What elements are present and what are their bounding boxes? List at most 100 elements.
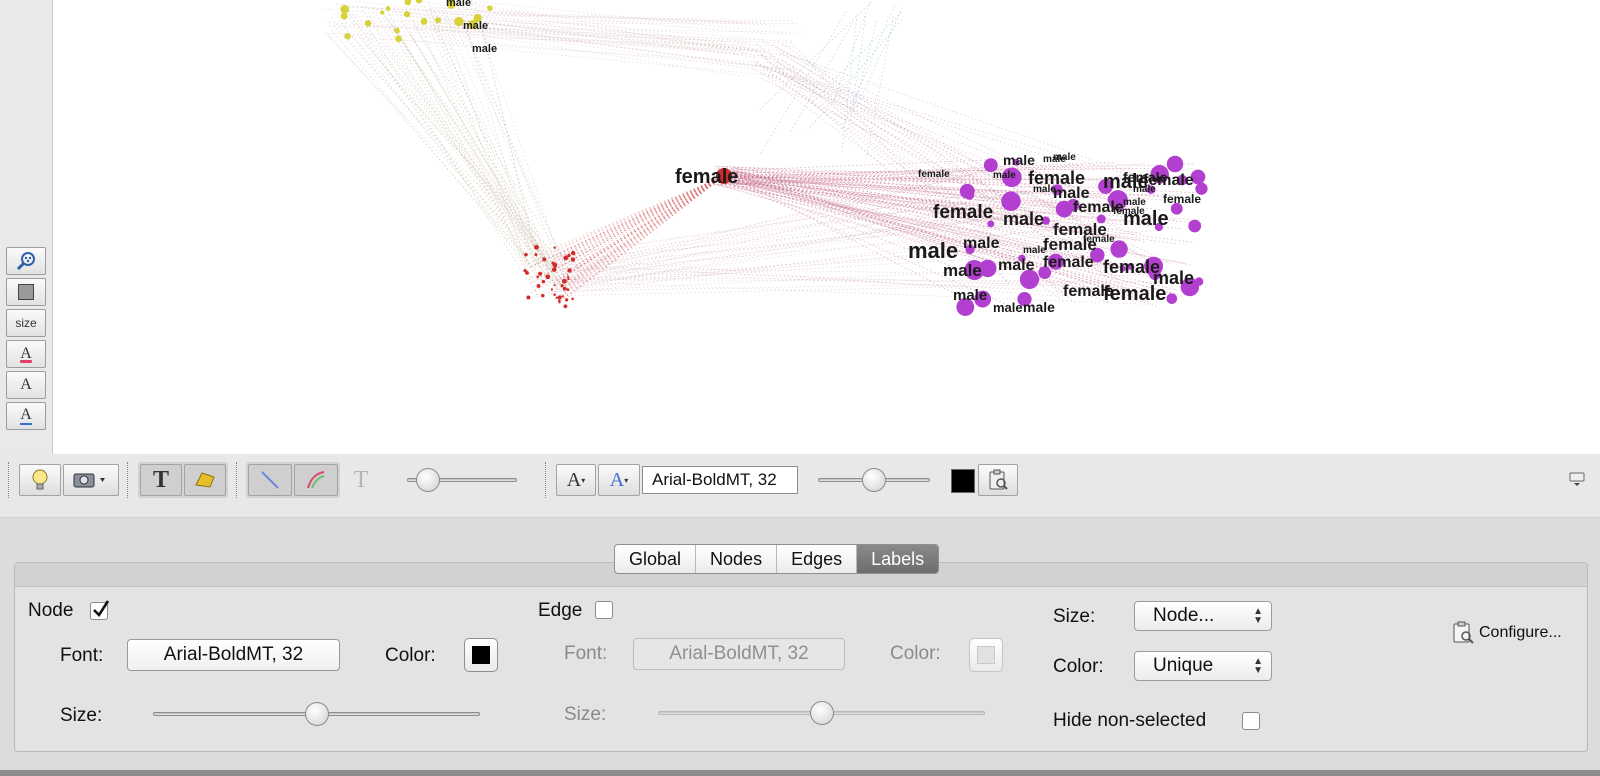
graph-edge xyxy=(369,26,748,55)
tab-global[interactable]: Global xyxy=(615,545,697,573)
graph-network: femalemalemalemalemalefemalemalefemalema… xyxy=(324,0,1208,316)
chevron-down-icon xyxy=(100,478,105,482)
graph-edge xyxy=(559,175,725,259)
size-tool[interactable]: size xyxy=(6,309,46,337)
center-node-label: female xyxy=(675,166,738,188)
graph-edge xyxy=(553,175,725,264)
graph-edge xyxy=(396,39,549,280)
size-tool-label: size xyxy=(15,316,37,330)
cluster-node-small-label: female xyxy=(1113,206,1145,217)
zoom-icon[interactable] xyxy=(6,247,46,275)
graph-edge xyxy=(555,281,1102,292)
color-mode-value: Unique xyxy=(1153,655,1214,676)
node-font-label: Font: xyxy=(60,645,104,666)
edge-size-label: Size: xyxy=(564,704,607,725)
node-label-title: Node xyxy=(28,600,74,621)
edge-font-field[interactable]: Arial-BoldMT, 32 xyxy=(633,638,845,670)
graph-edge xyxy=(573,175,725,267)
left-toolbar: size A A A xyxy=(0,0,53,454)
graph-edge xyxy=(553,175,725,284)
graph-edge xyxy=(763,41,1148,225)
graph-edge xyxy=(389,38,793,78)
graph-edge xyxy=(341,6,758,24)
hide-labels-icon[interactable] xyxy=(184,464,226,496)
label-color-glyph: A xyxy=(20,345,32,362)
cluster-node-label: male xyxy=(998,257,1035,274)
cluster-node-label: male xyxy=(1003,209,1044,229)
top-cluster-node xyxy=(394,27,400,34)
red-cluster-node xyxy=(565,298,569,302)
node-size-slider-thumb[interactable] xyxy=(304,702,329,726)
graph-canvas[interactable]: female male male male male female male female ma… xyxy=(53,0,1600,454)
top-cluster-node xyxy=(403,11,411,18)
red-cluster-node xyxy=(534,244,539,250)
show-edges-icon[interactable] xyxy=(248,464,292,496)
cluster-node-label: male xyxy=(993,300,1023,315)
cluster-node-label: male xyxy=(963,235,1000,252)
edge-label-title: Edge xyxy=(538,600,583,621)
rectangle-select-icon[interactable] xyxy=(6,278,46,306)
gephi-window: size A A A female male male male male female m… xyxy=(0,0,1600,776)
label-color-icon[interactable]: A xyxy=(6,340,46,368)
toolbar-separator xyxy=(545,462,546,498)
graph-edge xyxy=(433,24,531,269)
cluster-node-label: female xyxy=(1103,257,1160,277)
label-size-icon[interactable]: A xyxy=(6,371,46,399)
top-cluster-node xyxy=(340,12,348,20)
toolbar-separator xyxy=(8,462,9,498)
cluster-node xyxy=(964,190,975,200)
show-node-labels-icon[interactable]: T xyxy=(140,464,182,496)
edge-size-slider-thumb[interactable] xyxy=(809,701,834,725)
collapse-toolbar-icon[interactable] xyxy=(1568,471,1586,487)
node-color-swatch xyxy=(472,646,490,664)
cluster-node-small-label: male xyxy=(993,170,1016,181)
hide-non-selected-checkbox[interactable] xyxy=(1242,712,1260,730)
tab-nodes[interactable]: Nodes xyxy=(696,545,778,573)
font-size-icon[interactable]: A ▾ xyxy=(556,464,596,496)
red-cluster-node xyxy=(570,257,576,262)
red-cluster-node xyxy=(563,255,569,261)
size-mode-select[interactable]: Node... ▲ ▼ xyxy=(1134,601,1272,631)
graph-edge xyxy=(331,29,545,286)
configure-link[interactable]: Configure... xyxy=(1479,624,1562,642)
red-cluster-node xyxy=(553,284,556,287)
node-color-label: Color: xyxy=(385,645,436,666)
color-mode-select[interactable]: Unique ▲ ▼ xyxy=(1134,651,1272,681)
edge-label-icon[interactable]: T xyxy=(340,464,382,496)
tab-edges[interactable]: Edges xyxy=(777,545,858,573)
clipboard-settings-icon[interactable] xyxy=(978,464,1018,496)
label-adjust-icon[interactable]: A xyxy=(6,402,46,430)
screenshot-icon[interactable] xyxy=(63,464,119,496)
edge-labels-checkbox[interactable] xyxy=(595,601,613,619)
graph-edge xyxy=(852,20,878,113)
top-cluster-node xyxy=(435,17,442,24)
edge-thickness-slider-thumb[interactable] xyxy=(416,468,440,492)
window-bottom-border xyxy=(0,770,1600,776)
cluster-node xyxy=(1166,293,1178,304)
node-color-button[interactable] xyxy=(464,638,498,672)
red-cluster-node xyxy=(540,293,545,298)
font-size-slider-thumb[interactable] xyxy=(862,468,886,492)
toolbar-color-swatch[interactable] xyxy=(951,469,975,493)
edge-color-button[interactable] xyxy=(969,638,1003,672)
tab-labels[interactable]: Labels xyxy=(857,545,939,573)
graph-edge xyxy=(380,38,560,295)
node-font-field[interactable]: Arial-BoldMT, 32 xyxy=(127,639,340,671)
red-cluster-node xyxy=(545,274,551,280)
graph-edge xyxy=(366,26,538,296)
size-mode-value: Node... xyxy=(1153,605,1215,626)
edge-color-icon[interactable] xyxy=(294,464,338,496)
font-color-icon[interactable]: A ▾ xyxy=(598,464,640,496)
toolbar-font-field[interactable]: Arial-BoldMT, 32 xyxy=(642,466,798,494)
graph-edge xyxy=(840,5,895,131)
lightbulb-icon[interactable] xyxy=(19,464,61,496)
red-cluster-node xyxy=(571,297,574,301)
configure-icon[interactable] xyxy=(1450,620,1476,646)
red-cluster-node xyxy=(551,267,557,272)
cluster-node-small-label: female xyxy=(918,169,950,180)
node-labels-checkbox[interactable] xyxy=(90,600,110,620)
top-cluster-label: male xyxy=(472,43,497,55)
cluster-node xyxy=(1166,155,1184,173)
red-cluster-node xyxy=(542,257,547,262)
checkmark-icon xyxy=(93,600,110,618)
